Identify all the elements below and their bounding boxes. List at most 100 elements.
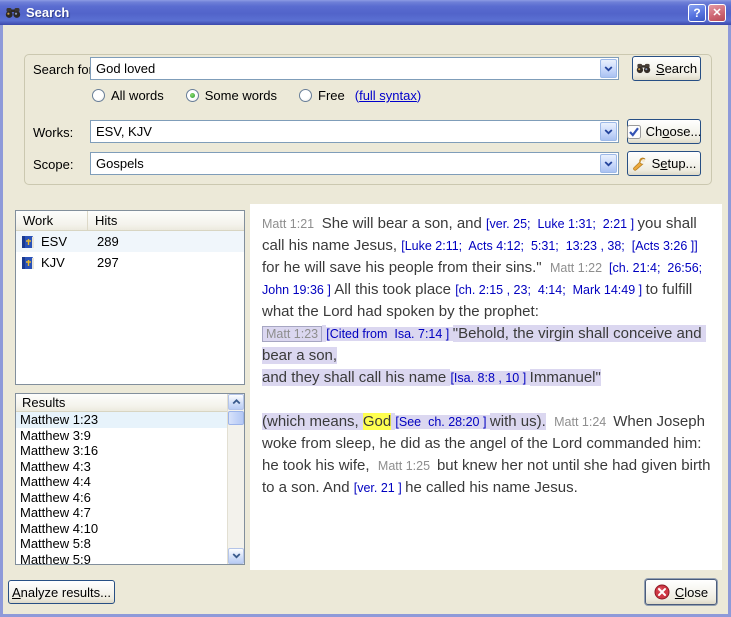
full-syntax-link[interactable]: full syntax [359, 88, 417, 103]
works-label: Works: [33, 125, 73, 140]
close-button-label: Close [675, 585, 708, 600]
window-border-left [0, 25, 3, 617]
search-button-label: Search [656, 61, 697, 76]
work-name: ESV [41, 234, 86, 249]
verse-tag: Matt 1:24 [554, 415, 613, 429]
hits-count: 297 [86, 255, 119, 270]
work-column-header[interactable]: Work [16, 211, 88, 230]
chevron-down-icon[interactable] [600, 59, 617, 78]
cross-reference-link[interactable]: [ver. 25; Luke 1:31; 2:21 ] [486, 217, 638, 231]
titlebar[interactable]: Search ? ✕ [0, 0, 731, 25]
results-panel: Results Matthew 1:23Matthew 3:9Matthew 3… [15, 393, 245, 565]
verse-tag: Matt 1:21 [262, 217, 318, 231]
chevron-down-icon[interactable] [600, 122, 617, 141]
work-row[interactable]: KJV297 [16, 252, 244, 273]
scroll-up-icon[interactable] [228, 394, 244, 410]
search-button[interactable]: Search [632, 56, 701, 81]
works-select[interactable]: ESV, KJV [90, 120, 619, 143]
highlighted-verse-text: Immanuel" [530, 369, 601, 386]
radio-circle[interactable] [92, 89, 105, 102]
close-icon[interactable]: ✕ [708, 4, 726, 22]
help-icon[interactable]: ? [688, 4, 706, 22]
results-scrollbar[interactable] [227, 394, 244, 564]
verse-text: for he will save his people from their s… [262, 259, 550, 276]
verse-text: All this took place [334, 281, 455, 298]
binoculars-icon [636, 61, 651, 76]
hits-count: 289 [86, 234, 119, 249]
scope-select[interactable]: Gospels [90, 152, 619, 175]
works-table-header: Work Hits [16, 211, 244, 231]
result-item[interactable]: Matthew 4:3 [16, 459, 227, 475]
search-dialog: Search ? ✕ Search for: God loved Search [0, 0, 731, 617]
radio-circle[interactable] [186, 89, 199, 102]
cross-reference-link[interactable]: [Luke 2:11; Acts 4:12; 5:31; 13:23 , 38;… [401, 239, 701, 253]
setup-button-label: Setup... [652, 156, 697, 171]
result-item[interactable]: Matthew 4:10 [16, 521, 227, 537]
book-icon [21, 256, 35, 270]
verse-paragraph: (which means, God [See ch. 28:20 ] with … [262, 411, 712, 499]
search-for-label: Search for: [33, 62, 97, 77]
result-item[interactable]: Matthew 3:9 [16, 428, 227, 444]
work-name: KJV [41, 255, 86, 270]
works-table-body: ESV289KJV297 [16, 231, 244, 273]
verse-text: he called his name Jesus. [405, 479, 578, 496]
result-item[interactable]: Matthew 1:23 [16, 412, 227, 428]
highlighted-verse-text: with us). [490, 413, 546, 430]
verse-tag-selected: Matt 1:23 [262, 326, 322, 342]
verse-text: She will bear a son, and [318, 215, 486, 232]
search-input-value: God loved [91, 61, 599, 76]
search-input[interactable]: God loved [90, 57, 619, 80]
verse-text [546, 413, 554, 430]
verse-paragraph: Matt 1:21 She will bear a son, and [ver.… [262, 213, 712, 323]
verse-tag: Matt 1:22 [550, 261, 609, 275]
verse-text-pane[interactable]: Matt 1:21 She will bear a son, and [ver.… [250, 204, 722, 570]
cross-reference-link[interactable]: [Cited from Isa. 7:14 ] [326, 327, 452, 341]
scope-label: Scope: [33, 157, 73, 172]
scroll-down-icon[interactable] [228, 548, 244, 564]
radio-all-words[interactable]: All words [92, 88, 164, 103]
results-list: Matthew 1:23Matthew 3:9Matthew 3:16Matth… [16, 412, 227, 564]
red-x-circle-icon [654, 584, 670, 600]
result-item[interactable]: Matthew 5:8 [16, 536, 227, 552]
scrollbar-thumb[interactable] [228, 411, 244, 425]
radio-some-words[interactable]: Some words [186, 88, 277, 103]
highlighted-verse-text: (which means, [262, 413, 363, 430]
works-select-value: ESV, KJV [91, 124, 599, 139]
verse-tag: Matt 1:25 [378, 459, 437, 473]
highlighted-verse-text: and they shall call his name [262, 369, 450, 386]
checkmark-icon [627, 125, 641, 139]
choose-button-label: Choose... [646, 124, 702, 139]
choose-button[interactable]: Choose... [627, 119, 701, 144]
wrench-icon [632, 156, 647, 171]
verse-paragraph: Matt 1:23 [Cited from Isa. 7:14 ] "Behol… [262, 323, 712, 389]
result-item[interactable]: Matthew 4:7 [16, 505, 227, 521]
hits-column-header[interactable]: Hits [88, 211, 244, 230]
radio-label: Some words [205, 88, 277, 103]
cross-reference-link[interactable]: [ch. 2:15 , 23; 4:14; Mark 14:49 ] [455, 283, 645, 297]
scope-select-value: Gospels [91, 156, 599, 171]
radio-label: All words [111, 88, 164, 103]
cross-reference-link[interactable]: [See ch. 28:20 ] [395, 415, 490, 429]
radio-label: Free [318, 88, 345, 103]
window-title: Search [26, 5, 686, 20]
cross-reference-link[interactable]: [Isa. 8:8 , 10 ] [450, 371, 529, 385]
result-item[interactable]: Matthew 4:4 [16, 474, 227, 490]
chevron-down-icon[interactable] [600, 154, 617, 173]
binoculars-icon [5, 5, 21, 21]
results-header[interactable]: Results [16, 394, 227, 412]
works-hits-table: Work Hits ESV289KJV297 [15, 210, 245, 385]
result-item[interactable]: Matthew 4:6 [16, 490, 227, 506]
radio-circle[interactable] [299, 89, 312, 102]
book-icon [21, 235, 35, 249]
word-mode-radio-group: All words Some words Free (full syntax) [92, 88, 421, 103]
full-syntax-wrap: (full syntax) [355, 88, 422, 103]
work-row[interactable]: ESV289 [16, 231, 244, 252]
radio-free[interactable]: Free [299, 88, 345, 103]
setup-button[interactable]: Setup... [627, 151, 701, 176]
analyze-results-button[interactable]: Analyze results... [8, 580, 115, 604]
close-button[interactable]: Close [645, 579, 717, 605]
cross-reference-link[interactable]: [ver. 21 ] [354, 481, 405, 495]
result-item[interactable]: Matthew 5:9 [16, 552, 227, 565]
result-item[interactable]: Matthew 3:16 [16, 443, 227, 459]
analyze-button-label: Analyze results... [12, 585, 111, 600]
